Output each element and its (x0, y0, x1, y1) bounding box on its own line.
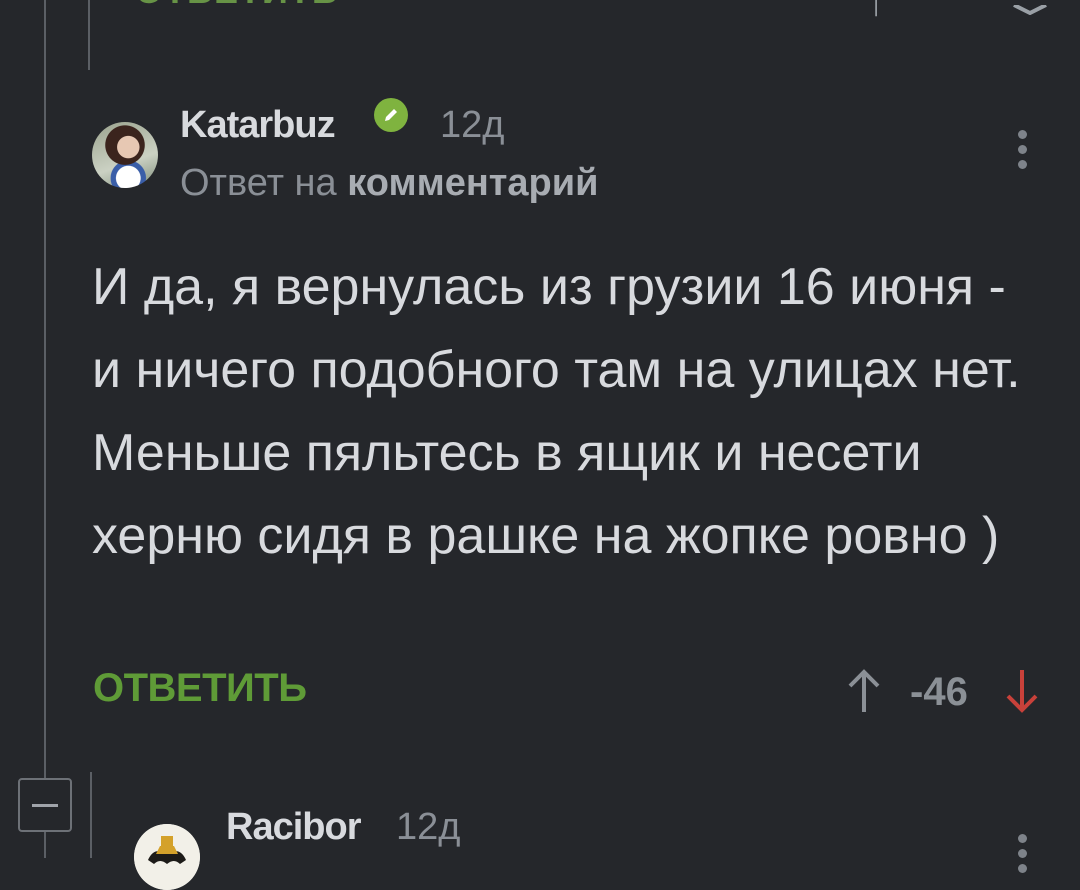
reply-button[interactable]: ОТВЕТИТЬ (93, 666, 307, 711)
prev-rating: · (945, 0, 958, 15)
thread-line-inner (88, 0, 90, 70)
collapse-thread-button[interactable] (18, 778, 72, 832)
reply-to-line: Ответ на комментарий (180, 162, 598, 205)
username[interactable]: Katarbuz (180, 104, 336, 147)
next-comment-time: 12д (396, 806, 461, 848)
more-options-icon[interactable] (1018, 130, 1028, 175)
rating: -46 (910, 670, 968, 714)
next-username[interactable]: Racibor (226, 806, 361, 849)
prev-downvote-icon[interactable] (1010, 0, 1050, 25)
prev-reply-button[interactable]: ОТВЕТИТЬ (135, 0, 339, 12)
next-avatar[interactable] (134, 824, 200, 890)
avatar[interactable] (92, 122, 158, 188)
next-more-options-icon[interactable] (1018, 834, 1028, 879)
minus-icon (32, 803, 58, 807)
upvote-icon[interactable] (846, 668, 882, 719)
thread-line-outer (44, 0, 46, 858)
prev-upvote-icon[interactable]: ↑ (866, 0, 886, 25)
comment-time: 12д (440, 104, 505, 146)
comment-text: И да, я вернулась из грузии 16 июня - и … (92, 258, 1021, 565)
pencil-check-icon (374, 98, 408, 132)
thread-line-next (90, 772, 92, 858)
downvote-icon[interactable] (1004, 668, 1040, 719)
reply-to-link[interactable]: комментарий (347, 162, 598, 204)
reply-to-prefix: Ответ на (180, 162, 337, 204)
